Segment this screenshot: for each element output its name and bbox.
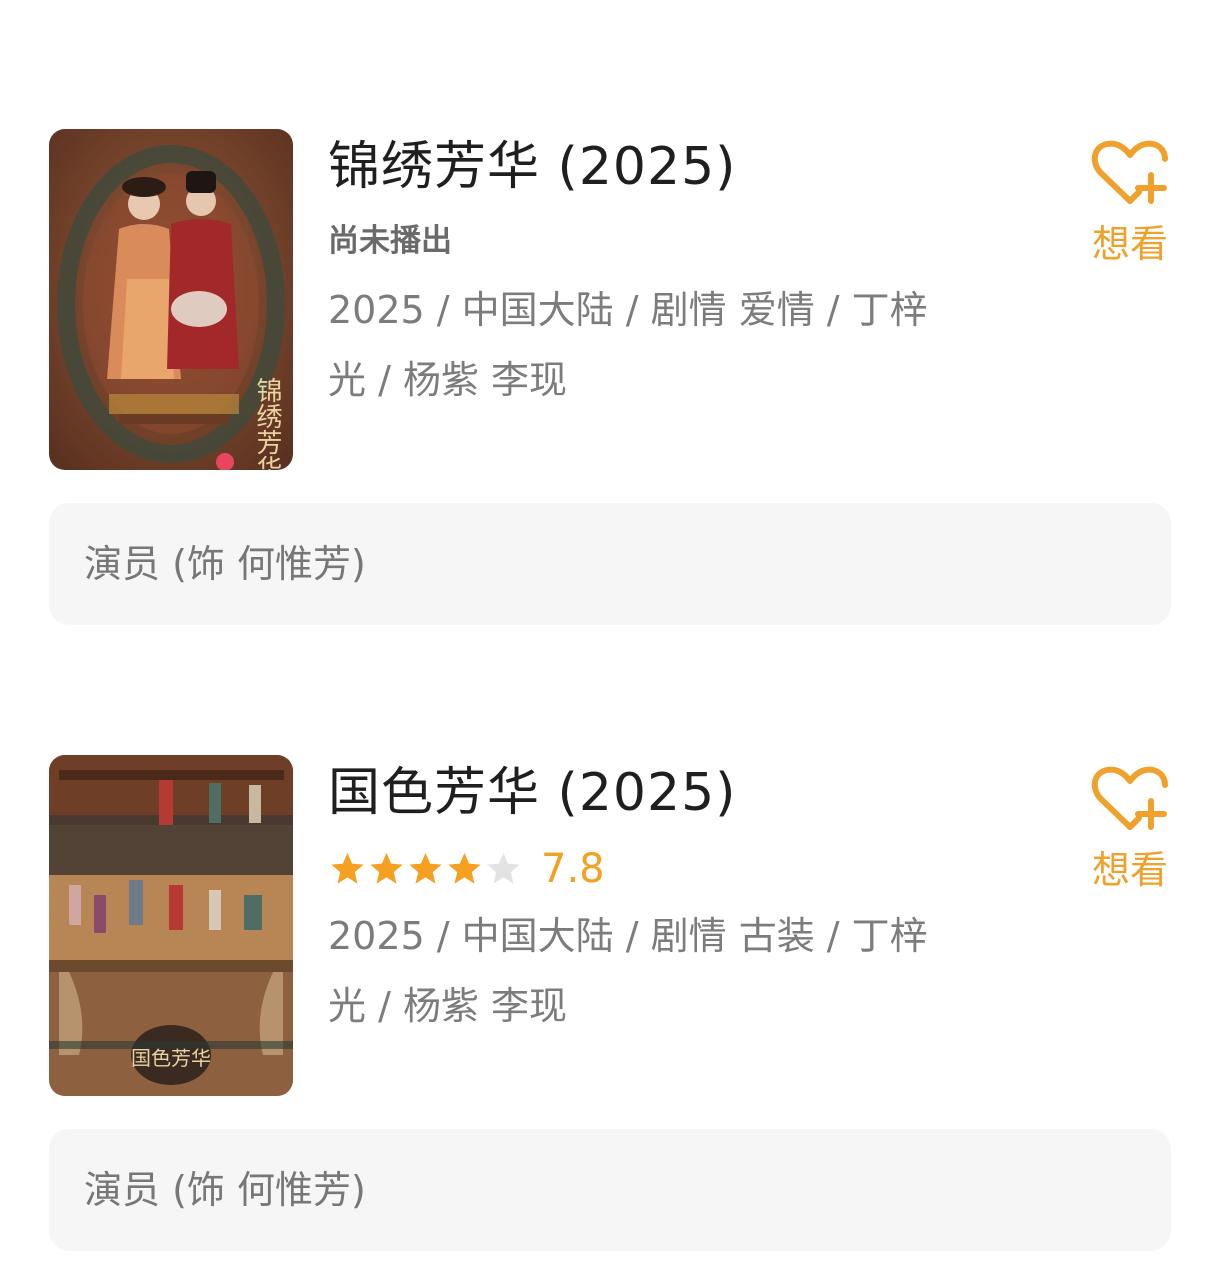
heart-plus-icon [1091,766,1168,830]
poster-title-text: 锦绣芳华 [252,377,282,470]
star-filled-icon [409,852,442,884]
role-text: 演员 (饰 何惟芳) [84,1168,366,1212]
drama-meta: 2025 / 中国大陆 / 剧情 爱情 / 丁梓光 / 杨紫 李现 [328,288,928,402]
drama-meta: 2025 / 中国大陆 / 剧情 古装 / 丁梓光 / 杨紫 李现 [328,914,928,1028]
want-to-watch-button[interactable]: 想看 [1089,139,1171,267]
want-to-watch-label: 想看 [1091,848,1168,892]
star-filled-icon [331,852,364,884]
drama-title[interactable]: 锦绣芳华 (2025) [328,131,736,203]
role-box[interactable]: 演员 (饰 何惟芳) [49,1129,1171,1251]
role-box[interactable]: 演员 (饰 何惟芳) [49,503,1171,625]
rating-score: 7.8 [541,846,605,892]
role-text: 演员 (饰 何惟芳) [84,542,366,586]
drama-title[interactable]: 国色芳华 (2025) [328,757,736,829]
poster-image[interactable]: 国色芳华 [49,755,293,1096]
star-filled-icon [448,852,481,884]
want-to-watch-button[interactable]: 想看 [1089,765,1171,893]
rating: 7.8 [328,845,605,893]
star-rating [328,850,523,888]
want-to-watch-label: 想看 [1091,222,1168,266]
poster-title-text: 国色芳华 [131,1046,211,1070]
air-status: 尚未播出 [328,223,452,259]
poster-image[interactable]: 锦绣芳华 [49,129,293,470]
star-filled-icon [370,852,403,884]
star-empty-icon [487,852,520,884]
heart-plus-icon [1091,140,1168,204]
